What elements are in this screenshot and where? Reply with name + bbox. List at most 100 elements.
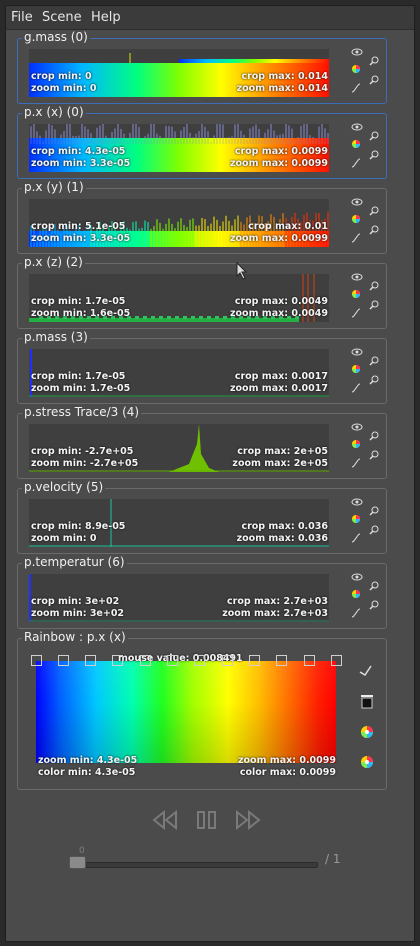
frame-total: / 1 (325, 852, 341, 866)
histogram-fill (207, 316, 211, 319)
zoom-icon[interactable] (369, 300, 379, 310)
color-wheel-icon[interactable] (360, 725, 374, 739)
zoom-icon[interactable] (369, 600, 379, 610)
zoom-icon[interactable] (369, 281, 379, 291)
curve-icon[interactable] (351, 83, 361, 93)
mouse-cursor-icon (236, 262, 248, 280)
colormap-handle[interactable] (276, 655, 287, 666)
colormap-handle[interactable] (249, 655, 260, 666)
pause-icon[interactable] (196, 810, 218, 830)
trash-icon[interactable] (360, 693, 374, 709)
zoom-icon[interactable] (369, 225, 379, 235)
colormap-handle[interactable] (112, 655, 123, 666)
crop-min-label: crop min: 1.7e-05 (31, 296, 126, 307)
colormap-zoom-min: zoom min: 4.3e-05 (38, 755, 138, 766)
colormap-panel: Rainbow : p.x (x) mouse value: 0.008491 … (17, 630, 387, 790)
color-wheel-icon[interactable] (351, 589, 361, 599)
menu-file[interactable]: File (11, 10, 33, 25)
zoom-icon[interactable] (369, 525, 379, 535)
colormap-handle[interactable] (194, 655, 205, 666)
colormap-gradient[interactable] (36, 661, 336, 763)
zoom-max-label: zoom max: 2e+05 (232, 458, 328, 469)
histogram-panel[interactable]: p.x (z) (2) crop min: 1.7e-05 crop max: … (17, 255, 387, 329)
colormap-handle[interactable] (222, 655, 233, 666)
color-wheel-icon[interactable] (360, 755, 374, 769)
histogram-fill (151, 316, 155, 319)
curve-icon[interactable] (351, 383, 361, 393)
color-wheel-icon[interactable] (351, 289, 361, 299)
histogram-panel[interactable]: p.stress Trace/3 (4) crop min: -2.7e+05 … (17, 405, 387, 479)
zoom-icon[interactable] (369, 56, 379, 66)
zoom-icon[interactable] (369, 375, 379, 385)
crop-max-label: crop max: 0.036 (241, 521, 328, 532)
colormap-handle[interactable] (85, 655, 96, 666)
fast-forward-icon[interactable] (235, 810, 261, 830)
visibility-eye-icon[interactable] (351, 348, 363, 356)
zoom-icon[interactable] (369, 356, 379, 366)
zoom-min-label: zoom min: 3.3e-05 (31, 158, 131, 169)
crop-min-label: crop min: 0 (31, 71, 92, 82)
visibility-eye-icon[interactable] (351, 48, 363, 56)
colormap-handle[interactable] (331, 655, 342, 666)
panel-title: p.mass (3) (22, 330, 90, 344)
zoom-min-label: zoom min: 1.7e-05 (31, 383, 131, 394)
crop-min-label: crop min: 3e+02 (31, 596, 120, 607)
histogram-panel[interactable]: p.mass (3) crop min: 1.7e-05 crop max: 0… (17, 330, 387, 404)
zoom-min-label: zoom min: 3e+02 (31, 608, 125, 619)
frame-slider-knob[interactable] (69, 856, 86, 869)
visibility-eye-icon[interactable] (351, 273, 363, 281)
crop-min-label: crop min: 5.1e-05 (31, 221, 126, 232)
menu-scene[interactable]: Scene (42, 10, 82, 25)
histogram-panel[interactable]: g.mass (0) crop min: 0 crop max: 0.014 z… (17, 30, 387, 104)
panel-title: g.mass (0) (22, 30, 90, 44)
curve-icon[interactable] (351, 233, 361, 243)
colormap-handle[interactable] (304, 655, 315, 666)
zoom-icon[interactable] (369, 75, 379, 85)
zoom-icon[interactable] (369, 206, 379, 216)
histogram-panel[interactable]: p.temperatur (6) crop min: 3e+02 crop ma… (17, 555, 387, 629)
crop-min-label: crop min: 4.3e-05 (31, 146, 126, 157)
histogram-fill (183, 316, 187, 319)
color-wheel-icon[interactable] (351, 139, 361, 149)
zoom-icon[interactable] (369, 131, 379, 141)
zoom-icon[interactable] (369, 581, 379, 591)
curve-icon[interactable] (351, 308, 361, 318)
menu-help[interactable]: Help (91, 10, 121, 25)
zoom-icon[interactable] (369, 506, 379, 516)
curve-icon[interactable] (351, 533, 361, 543)
zoom-icon[interactable] (369, 150, 379, 160)
colormap-handle[interactable] (31, 655, 42, 666)
colormap-handle[interactable] (140, 655, 151, 666)
visibility-eye-icon[interactable] (351, 498, 363, 506)
histogram-panel[interactable]: p.velocity (5) crop min: 8.9e-05 crop ma… (17, 480, 387, 554)
colormap-handle[interactable] (167, 655, 178, 666)
colormap-title: Rainbow : p.x (x) (22, 630, 128, 644)
zoom-max-label: zoom max: 0.0099 (230, 233, 328, 244)
visibility-eye-icon[interactable] (351, 123, 363, 131)
curve-icon[interactable] (351, 158, 361, 168)
histogram-fill (223, 316, 227, 319)
visibility-eye-icon[interactable] (351, 573, 363, 581)
colormap-handle[interactable] (58, 655, 69, 666)
pipette-icon[interactable] (358, 663, 374, 677)
curve-icon[interactable] (351, 458, 361, 468)
zoom-icon[interactable] (369, 431, 379, 441)
histogram-panel[interactable]: p.x (y) (1) crop min: 5.1e-05 crop max: … (17, 180, 387, 254)
color-wheel-icon[interactable] (351, 64, 361, 74)
color-wheel-icon[interactable] (351, 214, 361, 224)
color-wheel-icon[interactable] (351, 514, 361, 524)
crop-min-label: crop min: 1.7e-05 (31, 371, 126, 382)
rewind-icon[interactable] (152, 810, 178, 830)
zoom-icon[interactable] (369, 450, 379, 460)
color-wheel-icon[interactable] (351, 439, 361, 449)
color-wheel-icon[interactable] (351, 364, 361, 374)
crop-max-label: crop max: 2.7e+03 (227, 596, 328, 607)
visibility-eye-icon[interactable] (351, 423, 363, 431)
zoom-min-label: zoom min: -2.7e+05 (31, 458, 139, 469)
zoom-min-label: zoom min: 3.3e-05 (31, 233, 131, 244)
visibility-eye-icon[interactable] (351, 198, 363, 206)
histogram-panel[interactable]: p.x (x) (0) crop min: 4.3e-05 crop max: … (17, 105, 387, 179)
curve-icon[interactable] (351, 608, 361, 618)
histogram-peak (169, 424, 219, 472)
frame-slider-track[interactable] (73, 862, 318, 868)
